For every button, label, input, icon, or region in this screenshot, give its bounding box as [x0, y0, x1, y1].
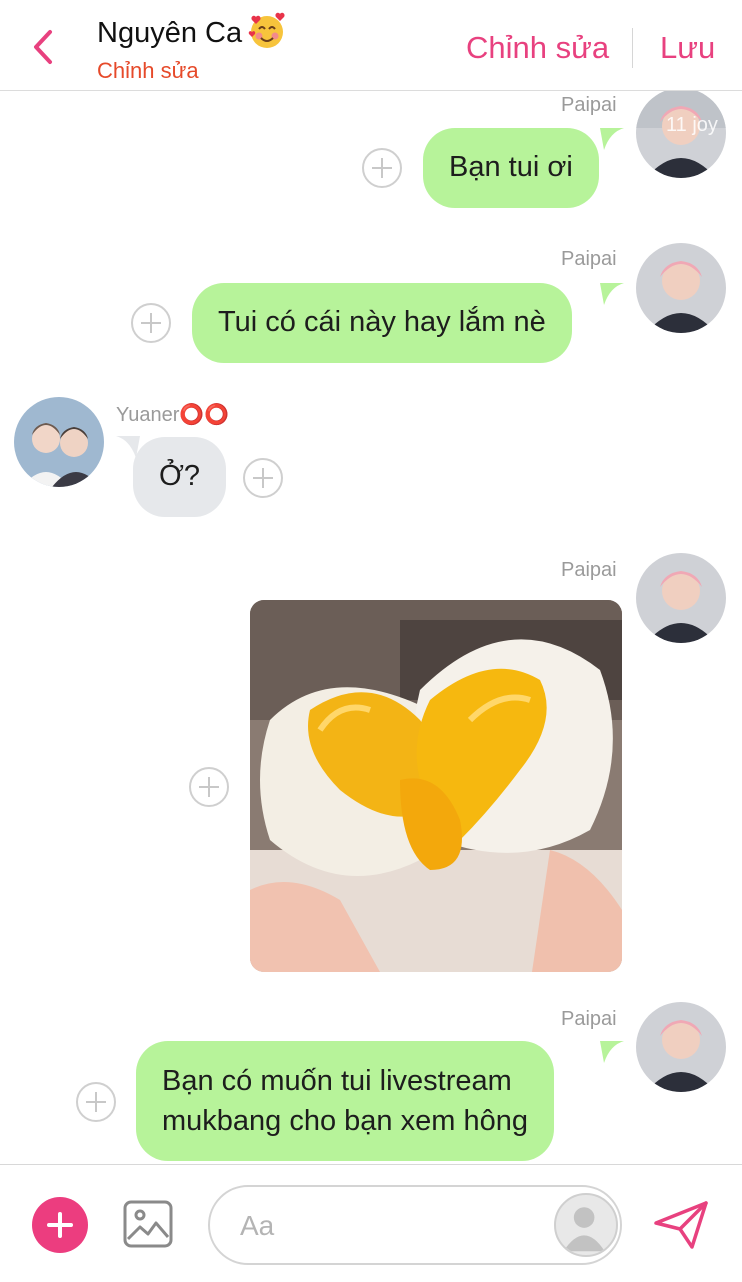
- sender-name: Paipai: [561, 1008, 617, 1030]
- avatar[interactable]: [636, 1002, 726, 1092]
- react-button[interactable]: [76, 1082, 116, 1122]
- person-photo-icon: [636, 553, 726, 643]
- message-bubble[interactable]: Ở?: [133, 437, 226, 517]
- message-text-line: mukbang cho bạn xem hông: [162, 1105, 528, 1137]
- chat-title: Nguyên Ca: [97, 12, 286, 50]
- message-text: Ở?: [159, 460, 200, 492]
- react-button[interactable]: [131, 303, 171, 343]
- back-button[interactable]: [26, 26, 62, 68]
- edit-button[interactable]: Chỉnh sửa: [466, 30, 609, 66]
- react-button[interactable]: [362, 148, 402, 188]
- message-text-line: Bạn có muốn tui livestream: [162, 1065, 512, 1097]
- message-text: Bạn tui ơi: [449, 151, 573, 183]
- send-icon[interactable]: [652, 1199, 710, 1251]
- person-photo-icon: [636, 243, 726, 333]
- bubble-tail: [600, 1041, 624, 1063]
- person-photo-icon: [14, 397, 104, 487]
- image-gallery-icon[interactable]: [122, 1199, 174, 1249]
- avatar[interactable]: [14, 397, 104, 487]
- message-bubble[interactable]: Tui có cái này hay lắm nè: [192, 283, 572, 363]
- composer-bar: [0, 1164, 742, 1282]
- chevron-left-icon: [34, 30, 52, 64]
- add-button[interactable]: [32, 1197, 88, 1253]
- sender-name: Paipai: [561, 559, 617, 581]
- avatar[interactable]: [636, 553, 726, 643]
- header-subtitle[interactable]: Chỉnh sửa: [97, 58, 199, 84]
- message-text: Tui có cái này hay lắm nè: [218, 306, 546, 338]
- custard-bun-photo[interactable]: [250, 600, 622, 972]
- message-bubble[interactable]: Bạn tui ơi: [423, 128, 599, 208]
- smiling-face-with-hearts-icon: [248, 12, 285, 48]
- sender-name: Yuaner⭕⭕: [116, 404, 230, 426]
- react-button[interactable]: [243, 458, 283, 498]
- message-bubble[interactable]: Bạn có muốn tui livestream mukbang cho b…: [136, 1041, 554, 1161]
- message-input-container: [208, 1185, 622, 1265]
- user-avatar-icon: [563, 1207, 605, 1252]
- custard-bun-image-icon: [250, 600, 622, 972]
- message-input[interactable]: [238, 1205, 542, 1247]
- react-button[interactable]: [189, 767, 229, 807]
- bubble-tail: [600, 128, 624, 150]
- save-button[interactable]: Lưu: [660, 30, 715, 66]
- sender-name: Paipai: [561, 94, 617, 116]
- header-divider: [632, 28, 633, 68]
- sticker-button[interactable]: [554, 1193, 618, 1257]
- bubble-tail: [600, 283, 624, 305]
- contact-name: Nguyên Ca: [97, 17, 243, 49]
- avatar-overlay-text: 11 joy: [666, 114, 718, 136]
- person-photo-icon: [636, 1002, 726, 1092]
- chat-header: Nguyên Ca Chỉnh sửa Chỉnh sửa Lưu: [0, 0, 742, 91]
- sender-name: Paipai: [561, 248, 617, 270]
- avatar[interactable]: [636, 243, 726, 333]
